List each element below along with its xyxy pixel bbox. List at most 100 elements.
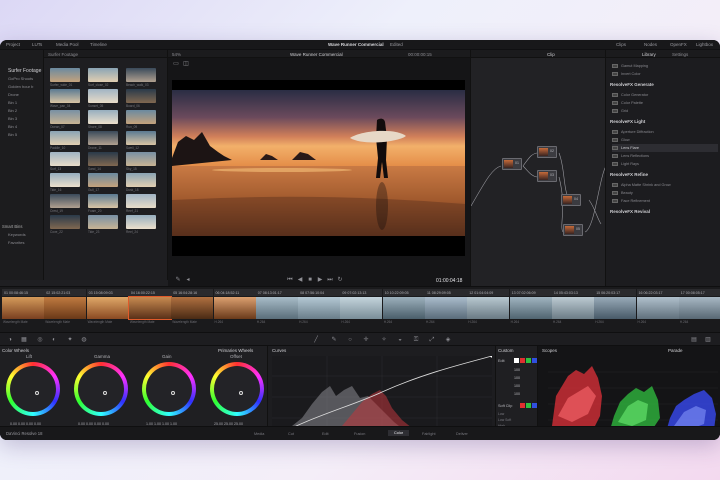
wheel-center[interactable] bbox=[146, 366, 192, 412]
media-thumbnail[interactable] bbox=[126, 68, 156, 82]
rewind-icon[interactable]: ⏮ bbox=[286, 276, 294, 284]
wheel-center[interactable] bbox=[10, 366, 56, 412]
media-thumbnail[interactable] bbox=[126, 194, 156, 208]
sizing-icon[interactable]: ⤢ bbox=[428, 336, 436, 344]
bin-item[interactable]: Golden hour b bbox=[8, 84, 33, 89]
loop-icon[interactable]: ↻ bbox=[336, 276, 344, 284]
key-icon[interactable]: ⚿ bbox=[412, 336, 420, 344]
red-channel-swatch[interactable] bbox=[520, 358, 525, 363]
library-effect-item[interactable]: Color Palette bbox=[612, 99, 718, 107]
soft-clip-green-swatch[interactable] bbox=[526, 403, 531, 408]
topbar-luts[interactable]: LUTs bbox=[32, 42, 42, 47]
qualifier-icon[interactable]: ✎ bbox=[330, 336, 338, 344]
page-tab-fairlight[interactable]: Fairlight bbox=[422, 432, 436, 436]
soft-clip-red-swatch[interactable] bbox=[520, 403, 525, 408]
node-03[interactable]: 03 bbox=[537, 170, 557, 182]
motion-effects-icon[interactable]: ✦ bbox=[66, 336, 74, 344]
node-01[interactable]: 01 bbox=[502, 158, 522, 170]
viewer-split-icon[interactable]: ◫ bbox=[182, 60, 190, 68]
media-thumbnail[interactable] bbox=[88, 215, 118, 229]
viewer-pen-icon[interactable]: ✎ bbox=[174, 276, 182, 284]
page-tab-deliver[interactable]: Deliver bbox=[456, 432, 468, 436]
tab-library[interactable]: Library bbox=[642, 52, 656, 57]
bin-item[interactable]: Bin 5 bbox=[8, 132, 17, 137]
library-effect-item[interactable]: Invert Color bbox=[612, 70, 718, 78]
library-effect-item[interactable]: Beauty bbox=[612, 189, 718, 197]
stop-icon[interactable]: ■ bbox=[306, 276, 314, 284]
page-tab-media[interactable]: Media bbox=[254, 432, 264, 436]
color-wheel-gain[interactable] bbox=[142, 362, 196, 416]
timeline-clip[interactable]: 03 15:08:09:03 Wavelength Mate bbox=[86, 289, 129, 329]
topbar-nodes[interactable]: Nodes bbox=[644, 42, 657, 47]
media-thumbnail[interactable] bbox=[50, 110, 80, 124]
video-frame[interactable] bbox=[172, 80, 465, 256]
library-effect-item[interactable]: Aperture Diffraction bbox=[612, 128, 718, 136]
timeline-clip[interactable]: 07 08:13:01:17 H.264 bbox=[255, 289, 298, 329]
color-match-icon[interactable]: ▦ bbox=[20, 336, 28, 344]
timeline-clip[interactable]: 11 08:29:09:05 H.264 bbox=[425, 289, 467, 329]
topbar-clips[interactable]: Clips bbox=[616, 42, 626, 47]
timeline-clip[interactable]: 05 16:04:28:16 Wavelength Mate bbox=[171, 289, 214, 329]
magic-mask-icon[interactable]: ✧ bbox=[380, 336, 388, 344]
color-wheel-gamma[interactable] bbox=[74, 362, 128, 416]
timeline-clip[interactable]: 13 07:02:06:09 H.264 bbox=[509, 289, 552, 329]
media-thumbnail[interactable] bbox=[88, 110, 118, 124]
wheel-puck[interactable] bbox=[103, 391, 107, 395]
page-tab-color[interactable]: Color bbox=[388, 430, 410, 436]
library-effect-item[interactable]: Lens Flare bbox=[612, 144, 718, 152]
scope-mode[interactable]: Parade bbox=[668, 348, 683, 353]
library-section-heading[interactable]: ResolveFX Refine bbox=[610, 172, 648, 177]
media-thumbnail[interactable] bbox=[50, 68, 80, 82]
media-thumbnail[interactable] bbox=[126, 131, 156, 145]
bin-item[interactable]: Bin 2 bbox=[8, 108, 17, 113]
viewer-zoom[interactable]: 54% bbox=[172, 52, 181, 57]
media-thumbnail[interactable] bbox=[50, 215, 80, 229]
tab-settings[interactable]: Settings bbox=[672, 52, 688, 57]
library-effect-item[interactable]: Light Rays bbox=[612, 160, 718, 168]
white-channel-swatch[interactable] bbox=[514, 358, 519, 363]
wheel-puck[interactable] bbox=[239, 391, 243, 395]
wheel-puck[interactable] bbox=[35, 391, 39, 395]
scope-view-icon[interactable]: ▥ bbox=[704, 336, 712, 344]
timeline-clip[interactable]: 15 06:20:03:17 H.264 bbox=[594, 289, 637, 329]
library-section-heading[interactable]: ResolveFX Revival bbox=[610, 209, 650, 214]
color-wheel-offset[interactable] bbox=[210, 362, 264, 416]
scope-settings-icon[interactable]: ▤ bbox=[690, 336, 698, 344]
media-thumbnail[interactable] bbox=[88, 68, 118, 82]
rgb-mixer-icon[interactable]: ◐ bbox=[50, 336, 58, 344]
color-wheels-icon[interactable]: ◎ bbox=[36, 336, 44, 344]
fast-forward-icon[interactable]: ⏭ bbox=[326, 276, 334, 284]
play-reverse-icon[interactable]: ◀ bbox=[296, 276, 304, 284]
blue-channel-swatch[interactable] bbox=[532, 358, 537, 363]
soft-clip-item[interactable]: Low bbox=[498, 412, 504, 416]
library-effect-item[interactable]: Grid bbox=[612, 107, 718, 115]
topbar-openfx[interactable]: OpenFX bbox=[670, 42, 687, 47]
timeline-clip[interactable]: 06 04:18:52:11 H.264 bbox=[213, 289, 256, 329]
library-effect-item[interactable]: Alpha Matte Shrink and Grow bbox=[612, 181, 718, 189]
node-02[interactable]: 02 bbox=[537, 146, 557, 158]
3d-icon[interactable]: ◈ bbox=[444, 336, 452, 344]
timeline-clip[interactable]: 02 15:02:21:03 Wavelength Mate bbox=[44, 289, 87, 329]
timeline-clip[interactable]: 01 00:08:46:15 Wavelength Mate bbox=[2, 289, 44, 329]
media-thumbnail[interactable] bbox=[126, 89, 156, 103]
wheel-puck[interactable] bbox=[171, 391, 175, 395]
bin-item-active[interactable]: Surfer Footage bbox=[8, 68, 41, 74]
curves-tool-icon[interactable]: ╱ bbox=[312, 336, 320, 344]
node-05[interactable]: 05 bbox=[563, 224, 583, 236]
blur-icon[interactable]: ◒ bbox=[396, 336, 404, 344]
media-thumbnail[interactable] bbox=[88, 131, 118, 145]
bin-item[interactable]: Bin 1 bbox=[8, 100, 17, 105]
camera-raw-icon[interactable]: ◑ bbox=[6, 336, 14, 344]
media-thumbnail[interactable] bbox=[50, 89, 80, 103]
hdr-icon[interactable]: ◍ bbox=[80, 336, 88, 344]
viewer-image-wipe-icon[interactable]: ▭ bbox=[172, 60, 180, 68]
custom-value[interactable]: 100 bbox=[514, 384, 520, 388]
smart-bin-item[interactable]: Keywords bbox=[8, 232, 26, 237]
library-section-heading[interactable]: ResolveFX Light bbox=[610, 119, 645, 124]
page-tab-edit[interactable]: Edit bbox=[322, 432, 329, 436]
library-effect-item[interactable]: Color Generator bbox=[612, 91, 718, 99]
media-thumbnail[interactable] bbox=[88, 89, 118, 103]
custom-value[interactable]: 100 bbox=[514, 368, 520, 372]
media-thumbnail[interactable] bbox=[126, 215, 156, 229]
window-icon[interactable]: ○ bbox=[346, 336, 354, 344]
